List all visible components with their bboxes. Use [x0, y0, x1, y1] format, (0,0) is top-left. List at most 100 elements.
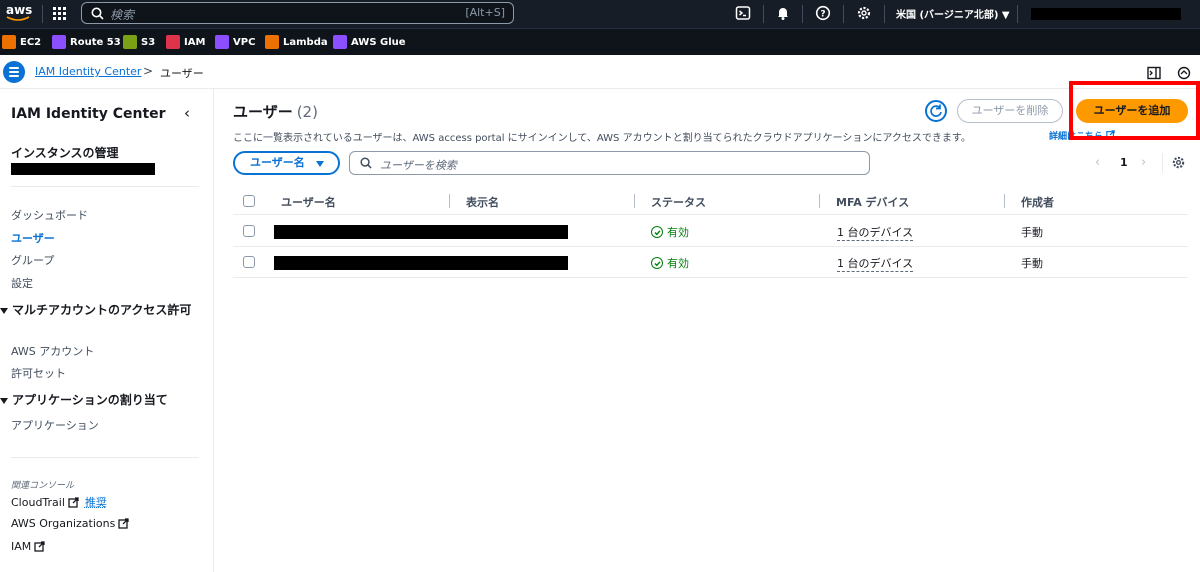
sidebar-group-multi-account[interactable]: マルチアカウントのアクセス許可	[0, 303, 200, 318]
refresh-button[interactable]	[925, 100, 947, 122]
caret-down-icon	[316, 161, 324, 167]
sidebar-item-dashboard[interactable]: ダッシュボード	[11, 207, 88, 223]
created-by-value: 手動	[1021, 226, 1043, 239]
sidebar-group-applications[interactable]: アプリケーションの割り当て	[0, 393, 200, 408]
collapse-sidebar-icon[interactable]: ‹	[184, 104, 190, 122]
divider	[42, 5, 43, 23]
column-divider[interactable]	[1004, 194, 1005, 208]
highlight-annotation	[1069, 81, 1200, 140]
favorites-bar: EC2 Route 53 S3 IAM VPC Lambda AWS Glue	[0, 28, 1200, 55]
help-icon[interactable]: ?	[815, 5, 833, 23]
mfa-devices-value[interactable]: 1 台のデバイス	[837, 224, 914, 241]
row-checkbox[interactable]	[243, 225, 255, 237]
status-badge: 有効	[651, 255, 689, 271]
previous-page-icon[interactable]: ‹	[1095, 155, 1100, 170]
services-grid-icon[interactable]	[53, 7, 67, 21]
cloudshell-icon[interactable]	[735, 5, 753, 23]
table-row[interactable]: 有効 1 台のデバイス 手動	[233, 247, 1188, 278]
svg-text:?: ?	[820, 10, 825, 20]
sidebar-item-aws-accounts[interactable]: AWS アカウント	[11, 343, 94, 359]
divider	[884, 5, 885, 23]
divider	[763, 5, 764, 23]
related-cloudtrail-link[interactable]: CloudTrail 推奨	[11, 494, 107, 510]
favorite-s3[interactable]: S3	[123, 34, 155, 50]
favorite-aws-glue[interactable]: AWS Glue	[333, 34, 406, 50]
divider	[11, 457, 199, 458]
table-row[interactable]: 有効 1 台のデバイス 手動	[233, 216, 1188, 247]
column-header-mfa-devices[interactable]: MFA デバイス	[836, 194, 909, 210]
divider	[11, 186, 199, 187]
sidebar-section-instance: インスタンスの管理	[11, 146, 119, 160]
iam-icon	[166, 35, 180, 49]
breadcrumb-separator: >	[143, 64, 154, 78]
column-divider[interactable]	[634, 194, 635, 208]
status-badge: 有効	[651, 224, 689, 240]
vpc-icon	[215, 35, 229, 49]
search-icon	[360, 157, 372, 169]
recommended-badge[interactable]: 推奨	[85, 494, 107, 510]
favorite-iam[interactable]: IAM	[166, 34, 205, 50]
sidebar-item-applications[interactable]: アプリケーション	[11, 417, 99, 433]
ec2-icon	[2, 35, 16, 49]
search-placeholder: 検索	[110, 8, 135, 22]
lambda-icon	[265, 35, 279, 49]
select-all-checkbox[interactable]	[243, 195, 255, 207]
region-selector[interactable]: 米国 (バージニア北部) ▼	[896, 6, 1010, 21]
related-consoles-heading: 関連コンソール	[11, 481, 75, 491]
row-checkbox[interactable]	[243, 256, 255, 268]
search-placeholder: ユーザーを検索	[380, 159, 457, 172]
sidebar-item-users[interactable]: ユーザー	[11, 230, 55, 246]
favorite-lambda[interactable]: Lambda	[265, 34, 328, 50]
column-divider[interactable]	[449, 194, 450, 208]
sidebar-item-settings[interactable]: 設定	[11, 275, 33, 291]
column-header-display-name[interactable]: 表示名	[466, 194, 499, 210]
bell-icon[interactable]	[775, 5, 793, 23]
aws-logo[interactable]: aws	[6, 3, 32, 25]
account-menu-redacted[interactable]	[1031, 8, 1181, 20]
caret-down-icon	[0, 307, 8, 314]
divider	[843, 5, 844, 23]
filter-property-select[interactable]: ユーザー名	[233, 151, 340, 175]
breadcrumb-iam-identity-center[interactable]: IAM Identity Center	[35, 65, 141, 78]
side-navigation: IAM Identity Center ‹ インスタンスの管理 ダッシュボード …	[0, 89, 214, 572]
column-header-created-by[interactable]: 作成者	[1021, 194, 1054, 210]
current-page[interactable]: 1	[1120, 156, 1128, 169]
main-content: ユーザー (2) ここに一覧表示されているユーザーは、AWS access por…	[214, 81, 1200, 572]
caret-down-icon	[0, 397, 8, 404]
created-by-value: 手動	[1021, 257, 1043, 270]
delete-user-button[interactable]: ユーザーを削除	[957, 99, 1063, 123]
global-search-input[interactable]: 検索 [Alt+S]	[81, 2, 514, 24]
related-iam-link[interactable]: IAM	[11, 540, 45, 553]
preferences-gear-icon[interactable]	[1171, 155, 1187, 171]
breadcrumb-current: ユーザー	[160, 67, 204, 80]
page-title: ユーザー (2)	[233, 103, 318, 121]
related-organizations-link[interactable]: AWS Organizations	[11, 517, 129, 530]
s3-icon	[123, 35, 137, 49]
mfa-devices-value[interactable]: 1 台のデバイス	[837, 255, 914, 272]
divider	[802, 5, 803, 23]
column-header-status[interactable]: ステータス	[651, 194, 706, 210]
gear-icon[interactable]	[856, 5, 874, 23]
navigation-menu-button[interactable]	[3, 61, 25, 83]
search-shortcut: [Alt+S]	[465, 6, 505, 19]
info-panel-icon[interactable]	[1147, 65, 1161, 80]
column-divider[interactable]	[819, 194, 820, 208]
page-description: ここに一覧表示されているユーザーは、AWS access portal にサイン…	[233, 133, 971, 144]
instance-name-redacted	[11, 163, 155, 175]
next-page-icon[interactable]: ›	[1141, 155, 1146, 170]
username-redacted[interactable]	[274, 256, 568, 270]
column-header-username[interactable]: ユーザー名	[281, 194, 336, 210]
sidebar-item-groups[interactable]: グループ	[11, 252, 54, 268]
username-redacted[interactable]	[274, 225, 568, 239]
external-link-icon	[68, 496, 79, 508]
breadcrumb-bar: IAM Identity Center > ユーザー	[0, 55, 1200, 89]
user-search-input[interactable]: ユーザーを検索	[349, 151, 870, 175]
check-circle-icon	[651, 257, 663, 269]
favorite-route53[interactable]: Route 53	[52, 34, 121, 50]
sidebar-item-permission-sets[interactable]: 許可セット	[11, 365, 66, 381]
divider	[1017, 5, 1018, 23]
favorite-vpc[interactable]: VPC	[215, 34, 255, 50]
favorite-ec2[interactable]: EC2	[2, 34, 41, 50]
feedback-icon[interactable]	[1177, 65, 1191, 80]
sidebar-title[interactable]: IAM Identity Center	[11, 106, 166, 122]
